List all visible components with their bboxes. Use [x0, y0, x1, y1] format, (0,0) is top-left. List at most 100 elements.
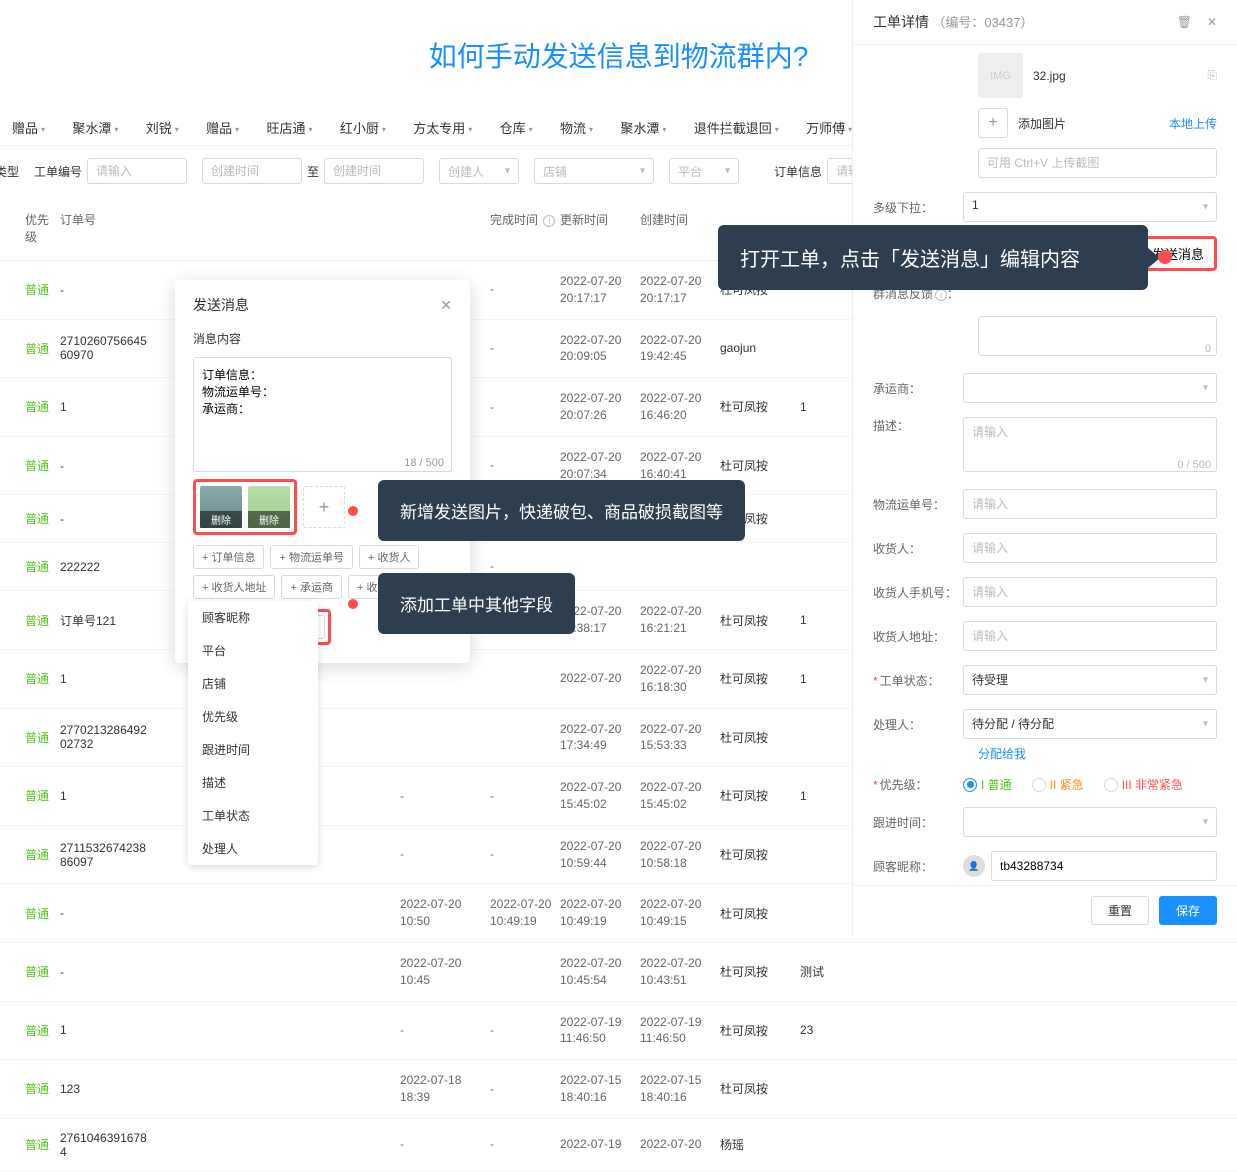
close-icon[interactable]: ✕ [1207, 15, 1217, 29]
order-cell: 订单号121 [60, 612, 150, 629]
nav-item[interactable]: 红小厨 [328, 118, 398, 137]
image-thumb[interactable]: 删除 [248, 486, 290, 528]
callout-main: 打开工单，点击「发送消息」编辑内容 [718, 225, 1148, 290]
local-upload-link[interactable]: 本地上传 [1169, 115, 1217, 132]
table-row[interactable]: 普通 - 2022-07-2010:45 2022-07-2010:45:54 … [0, 943, 1237, 1002]
dropdown-item[interactable]: 顾客昵称 [188, 601, 318, 634]
nav-item[interactable]: 旺店通 [255, 118, 325, 137]
platform-select[interactable]: 平台 [669, 158, 739, 184]
col-header: 完成时间 i [480, 211, 560, 245]
type-cell: 1 [800, 672, 850, 686]
paste-input[interactable] [978, 148, 1217, 178]
order-cell: - [60, 965, 150, 979]
nav-item[interactable]: 方太专用 [401, 118, 484, 137]
dropdown-item[interactable]: 优先级 [188, 700, 318, 733]
multi-select[interactable]: 1 [963, 192, 1217, 222]
tracking-input[interactable] [963, 489, 1217, 519]
type-cell: 1 [800, 613, 850, 627]
priority-cell: 普通 [0, 510, 60, 527]
carrier-select[interactable] [963, 373, 1217, 403]
nav-item[interactable]: 刘锐 [134, 118, 191, 137]
file-thumb[interactable]: IMG [978, 53, 1023, 98]
update-cell: 2022-07-20 [560, 670, 640, 687]
tag-order-info[interactable]: 订单信息 [193, 545, 264, 569]
radio-normal[interactable]: I 普通 [963, 776, 1012, 793]
dot-icon [348, 506, 358, 516]
type-cell: 1 [800, 400, 850, 414]
tag-tracking[interactable]: 物流运单号 [270, 545, 352, 569]
dropdown-item[interactable]: 工单状态 [188, 799, 318, 832]
handler-label: 处理人： [873, 716, 963, 733]
nav-item[interactable]: 退件拦截退回 [682, 118, 791, 137]
nav-item[interactable]: 聚水潭 [608, 118, 678, 137]
update-cell: 2022-07-2010:45:54 [560, 955, 640, 989]
order-cell: - [60, 459, 150, 473]
nav-item[interactable]: 赠品 [194, 118, 251, 137]
avatar-icon: 👤 [963, 855, 985, 877]
dropdown-item[interactable]: 描述 [188, 766, 318, 799]
time-from-input[interactable] [202, 158, 302, 184]
complete-cell: - [480, 846, 560, 863]
shop-select[interactable]: 店铺 [534, 158, 654, 184]
nav-item[interactable]: 赠品 [0, 118, 57, 137]
assign-me-link[interactable]: 分配给我 [978, 745, 1217, 762]
feedback-textarea[interactable] [978, 316, 1217, 356]
priority-cell: 普通 [0, 905, 60, 922]
tag-carrier[interactable]: 承运商 [281, 575, 341, 599]
radio-urgent[interactable]: II 紧急 [1032, 776, 1084, 793]
reset-button[interactable]: 重置 [1091, 896, 1149, 925]
dropdown-item[interactable]: 店铺 [188, 667, 318, 700]
create-cell: 2022-07-1518:40:16 [640, 1072, 720, 1106]
complete-cell: - [480, 340, 560, 357]
trash-icon[interactable]: 🗑 [1177, 15, 1192, 29]
complete-cell: - [480, 281, 560, 298]
save-button[interactable]: 保存 [1159, 896, 1217, 925]
nav-item[interactable]: 聚水潭 [60, 118, 130, 137]
time-cell: 2022-07-2010:45 [400, 955, 480, 989]
status-select[interactable]: 待受理 [963, 665, 1217, 695]
info-icon: i [935, 289, 947, 301]
address-input[interactable] [963, 621, 1217, 651]
table-row[interactable]: 普通 27610463916784 - - 2022-07-19 2022-07… [0, 1119, 1237, 1172]
time-to-input[interactable] [324, 158, 424, 184]
creator-cell: 杜可凤按 [720, 612, 800, 629]
time-cell: - [400, 1022, 480, 1039]
close-icon[interactable]: ✕ [440, 297, 452, 314]
update-cell: 2022-07-1911:46:50 [560, 1014, 640, 1048]
delete-overlay[interactable]: 删除 [200, 511, 242, 528]
tracking-label: 物流运单号： [873, 496, 963, 513]
file-link-icon[interactable]: ⎘ [1207, 68, 1217, 83]
dropdown-item[interactable]: 平台 [188, 634, 318, 667]
receiver-label: 收货人： [873, 540, 963, 557]
radio-very-urgent[interactable]: III 非常紧急 [1104, 776, 1183, 793]
tag-address[interactable]: 收货人地址 [193, 575, 275, 599]
table-row[interactable]: 普通 123 2022-07-1818:39 - 2022-07-1518:40… [0, 1060, 1237, 1119]
wo-input[interactable] [87, 158, 187, 184]
tag-receiver[interactable]: 收货人 [359, 545, 419, 569]
create-cell: 2022-07-2010:49:15 [640, 896, 720, 930]
time-cell: - [400, 788, 480, 805]
nav-item[interactable]: 仓库 [488, 118, 545, 137]
update-cell: 2022-07-2015:45:02 [560, 779, 640, 813]
message-textarea[interactable] [193, 357, 452, 472]
add-image-button[interactable]: + [978, 108, 1008, 138]
creator-cell: 杜可凤按 [720, 457, 800, 474]
creator-select[interactable]: 创建人 [439, 158, 519, 184]
create-cell: 2022-07-2010:58:18 [640, 838, 720, 872]
image-thumb[interactable]: 删除 [200, 486, 242, 528]
nickname-input[interactable] [991, 851, 1217, 881]
delete-overlay[interactable]: 删除 [248, 511, 290, 528]
table-row[interactable]: 普通 1 - - 2022-07-1911:46:50 2022-07-1911… [0, 1002, 1237, 1061]
handler-select[interactable]: 待分配 / 待分配 [963, 709, 1217, 739]
update-cell: 2022-07-2020:07:34 [560, 449, 640, 483]
dropdown-item[interactable]: 跟进时间 [188, 733, 318, 766]
receiver-input[interactable] [963, 533, 1217, 563]
dropdown-item[interactable]: 处理人 [188, 832, 318, 865]
order-cell: 1 [60, 1023, 150, 1037]
create-cell: 2022-07-20 [640, 1136, 720, 1153]
add-image-button[interactable]: + [303, 486, 345, 528]
desc-counter: 0 / 500 [1177, 459, 1211, 471]
follow-select[interactable] [963, 807, 1217, 837]
nav-item[interactable]: 物流 [548, 118, 605, 137]
phone-input[interactable] [963, 577, 1217, 607]
